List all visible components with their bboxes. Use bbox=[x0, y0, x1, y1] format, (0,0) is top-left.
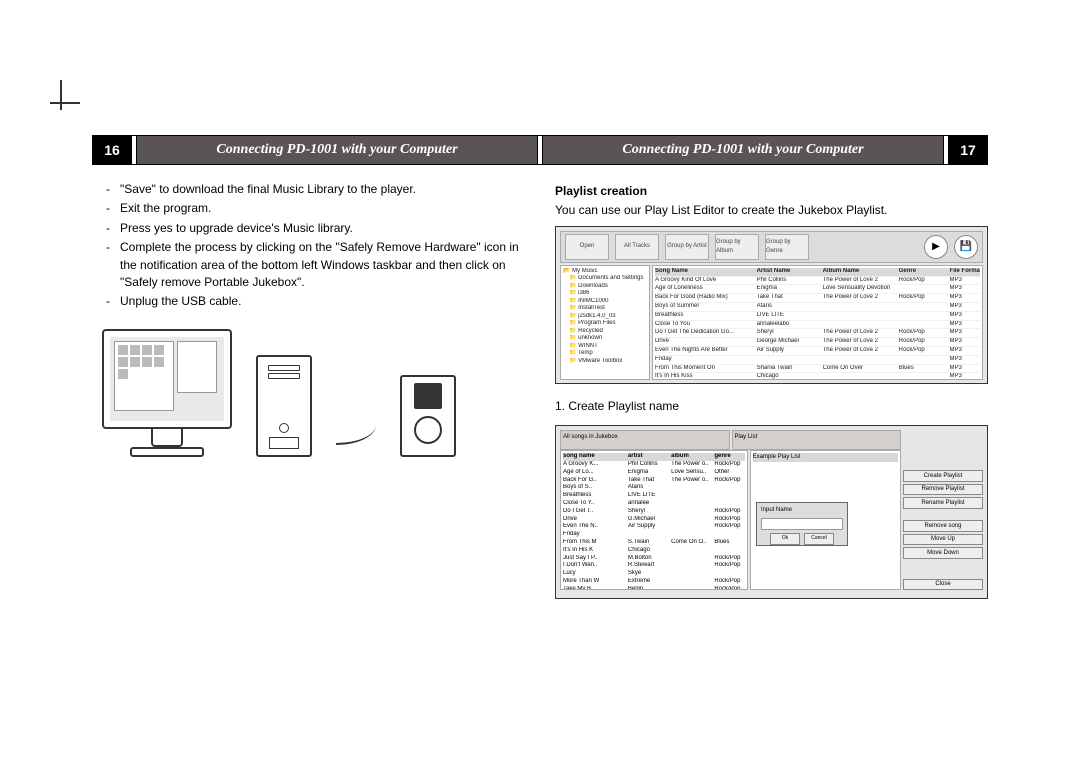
left-page-body: "Save" to download the final Music Libra… bbox=[92, 181, 525, 609]
create-playlist-button: Create Playlist bbox=[903, 470, 983, 481]
crop-mark bbox=[50, 80, 80, 110]
ss-track-list: Song NameArtist NameAlbum NameGenreFile … bbox=[652, 265, 983, 380]
remove-playlist-button: Remove Playlist bbox=[903, 484, 983, 495]
list-item: Exit the program. bbox=[92, 200, 525, 217]
list-item: Unplug the USB cable. bbox=[92, 293, 525, 310]
toolbar-open: Open bbox=[565, 234, 609, 260]
ss2-buttons: Create Playlist Remove Playlist Rename P… bbox=[903, 450, 983, 590]
close-button: Close bbox=[903, 579, 983, 590]
toolbar-save-icon: 💾 bbox=[954, 235, 978, 259]
toolbar-playlist-icon: ▶ bbox=[924, 235, 948, 259]
toolbar-group-artist: Group by Artist bbox=[665, 234, 709, 260]
move-up-button: Move Up bbox=[903, 534, 983, 545]
dialog-label: Input Name bbox=[757, 503, 847, 518]
dialog-cancel-button: Cancel bbox=[804, 533, 834, 545]
ss2-label-allsongs: All songs in Jukebox bbox=[560, 430, 730, 450]
list-item: Complete the process by clicking on the … bbox=[92, 239, 525, 291]
page-title-left: Connecting PD-1001 with your Computer bbox=[137, 136, 537, 164]
ss2-all-songs-list: song nameartistalbumgenreA Groovy K...Ph… bbox=[560, 450, 748, 590]
intro-text: You can use our Play List Editor to crea… bbox=[555, 202, 988, 219]
move-down-button: Move Down bbox=[903, 547, 983, 558]
ss-toolbar: Open All Tracks Group by Artist Group by… bbox=[560, 231, 983, 263]
create-playlist-screenshot: All songs in Jukebox Play List song name… bbox=[555, 425, 988, 599]
toolbar-all-tracks: All Tracks bbox=[615, 234, 659, 260]
subhead-playlist-creation: Playlist creation bbox=[555, 183, 988, 200]
list-item: Press yes to upgrade device's Music libr… bbox=[92, 220, 525, 237]
pc-tower-icon bbox=[256, 355, 312, 457]
monitor-icon bbox=[102, 329, 232, 457]
right-page-body: Playlist creation You can use our Play L… bbox=[555, 181, 988, 609]
input-name-dialog: Input Name Ok Cancel bbox=[756, 502, 848, 546]
remove-song-button: Remove song bbox=[903, 520, 983, 531]
toolbar-group-genre: Group by Genre bbox=[765, 234, 809, 260]
ss2-label-playlist: Play List bbox=[732, 430, 902, 450]
page-number-left: 16 bbox=[93, 136, 131, 164]
rename-playlist-button: Rename Playlist bbox=[903, 497, 983, 508]
page-number-right: 17 bbox=[949, 136, 987, 164]
page-title-right: Connecting PD-1001 with your Computer bbox=[543, 136, 943, 164]
playlist-editor-screenshot: Open All Tracks Group by Artist Group by… bbox=[555, 226, 988, 384]
step-1-label: 1. Create Playlist name bbox=[555, 398, 988, 415]
list-item: "Save" to download the final Music Libra… bbox=[92, 181, 525, 198]
instruction-list: "Save" to download the final Music Libra… bbox=[92, 181, 525, 311]
usb-cable-icon bbox=[336, 423, 376, 445]
toolbar-group-album: Group by Album bbox=[715, 234, 759, 260]
dialog-ok-button: Ok bbox=[770, 533, 800, 545]
connection-illustration bbox=[92, 329, 525, 457]
pd-1001-player-icon bbox=[400, 375, 456, 457]
header-bar: 16 Connecting PD-1001 with your Computer… bbox=[92, 135, 988, 165]
dialog-input bbox=[761, 518, 843, 530]
ss-folder-tree: 📂 My Music📁 Documents and Settings📁 Down… bbox=[560, 265, 650, 380]
